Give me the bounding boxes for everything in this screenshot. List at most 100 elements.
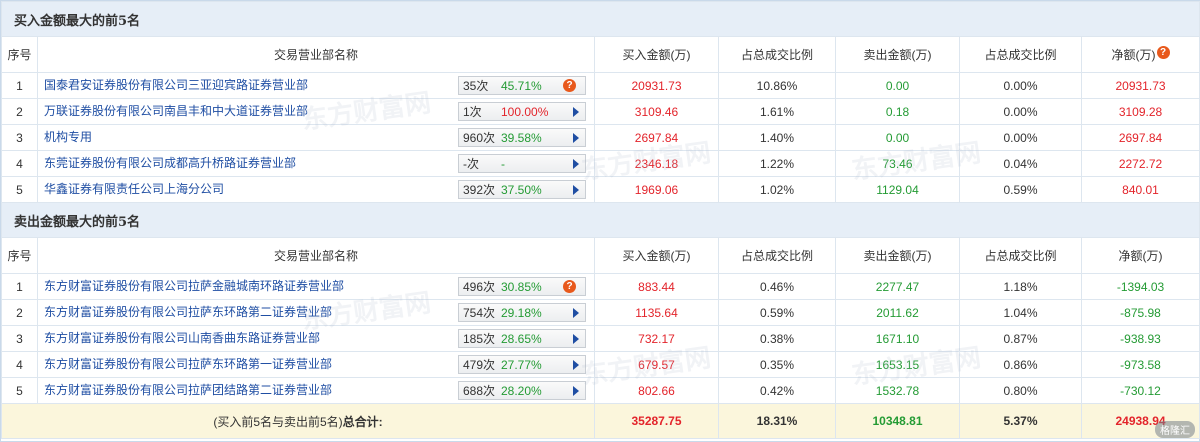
net-amount: 3109.28 — [1080, 98, 1200, 125]
net-amount: -938.93 — [1080, 325, 1200, 352]
success-ratio-dropdown[interactable]: 35次 45.71%? — [458, 76, 586, 95]
success-ratio-dropdown[interactable]: 960次 39.58% — [458, 128, 586, 147]
expand-arrow-icon[interactable] — [573, 159, 579, 169]
branch-cell: 东方财富证券股份有限公司山南香曲东路证券营业部 185次 28.65% — [37, 325, 595, 352]
expand-arrow-icon[interactable] — [573, 107, 579, 117]
net-amount: 20931.73 — [1080, 72, 1200, 99]
sell-ratio: 0.80% — [959, 377, 1082, 404]
total-section: (买入前5名与卖出前5名)总合计: 35287.75 18.31% 10348.… — [1, 403, 1200, 439]
buy-ratio: 0.35% — [718, 351, 836, 378]
buy-ratio: 1.61% — [718, 98, 836, 125]
expand-arrow-icon[interactable] — [573, 308, 579, 318]
success-rate: 28.20% — [501, 383, 542, 398]
buy-section-title: 买入金额最大的前5名 — [0, 1, 1200, 37]
branch-link[interactable]: 东方财富证券股份有限公司山南香曲东路证券营业部 — [44, 331, 320, 345]
row-index: 2 — [1, 98, 38, 125]
branch-link[interactable]: 东莞证券股份有限公司成都高升桥路证券营业部 — [44, 156, 296, 170]
question-icon[interactable]: ? — [563, 79, 576, 92]
buy-amount: 2346.18 — [594, 150, 719, 177]
success-ratio-dropdown[interactable]: 1次 100.00% — [458, 102, 586, 121]
branch-link[interactable]: 国泰君安证券股份有限公司三亚迎宾路证券营业部 — [44, 78, 308, 92]
net-amount: -973.58 — [1080, 351, 1200, 378]
buy-amount: 1969.06 — [594, 176, 719, 203]
branch-link[interactable]: 东方财富证券股份有限公司拉萨东环路第二证券营业部 — [44, 305, 332, 319]
sell-header-row: 序号 交易营业部名称 买入金额(万) 占总成交比例 卖出金额(万) 占总成交比例… — [1, 237, 1200, 274]
buy-ratio: 1.22% — [718, 150, 836, 177]
buy-header-row: 序号 交易营业部名称 买入金额(万) 占总成交比例 卖出金额(万) 占总成交比例… — [1, 36, 1200, 73]
success-ratio-dropdown[interactable]: 688次 28.20% — [458, 381, 586, 400]
expand-arrow-icon[interactable] — [573, 334, 579, 344]
header-sell-amount: 卖出金额(万) — [835, 237, 960, 274]
sell-amount: 2011.62 — [835, 299, 960, 326]
branch-cell: 东方财富证券股份有限公司拉萨东环路第二证券营业部 754次 29.18% — [37, 299, 595, 326]
buy-amount: 20931.73 — [594, 72, 719, 99]
row-index: 3 — [1, 124, 38, 151]
success-ratio-dropdown[interactable]: 754次 29.18% — [458, 303, 586, 322]
sell-ratio: 0.04% — [959, 150, 1082, 177]
expand-arrow-icon[interactable] — [573, 360, 579, 370]
deal-count: 1次 — [463, 105, 482, 119]
branch-link[interactable]: 万联证券股份有限公司南昌丰和中大道证券营业部 — [44, 104, 308, 118]
sell-ratio: 0.00% — [959, 124, 1082, 151]
row-index: 5 — [1, 176, 38, 203]
table-row: 1 国泰君安证券股份有限公司三亚迎宾路证券营业部 35次 45.71%? 20931.7… — [1, 72, 1200, 99]
source-badge: 格隆汇 — [1155, 421, 1195, 438]
total-row: (买入前5名与卖出前5名)总合计: 35287.75 18.31% 10348.… — [1, 403, 1200, 439]
header-buy-amount: 买入金额(万) — [594, 237, 719, 274]
header-sell-ratio: 占总成交比例 — [959, 36, 1082, 73]
deal-count: 960次 — [463, 131, 496, 145]
header-buy-ratio: 占总成交比例 — [718, 36, 836, 73]
table-row: 5 华鑫证券有限责任公司上海分公司 392次 37.50% 1969.06 1.02% 11… — [1, 176, 1200, 203]
success-ratio-dropdown[interactable]: -次 - — [458, 154, 586, 173]
buy-amount: 802.66 — [594, 377, 719, 404]
buy-amount: 3109.46 — [594, 98, 719, 125]
sell-amount: 73.46 — [835, 150, 960, 177]
table-row: 4 东方财富证券股份有限公司拉萨东环路第一证券营业部 479次 27.77% 679.5… — [1, 351, 1200, 378]
sell-ratio: 1.04% — [959, 299, 1082, 326]
buy-ratio: 10.86% — [718, 72, 836, 99]
branch-link[interactable]: 东方财富证券股份有限公司拉萨团结路第二证券营业部 — [44, 383, 332, 397]
buy-section: 买入金额最大的前5名 序号 交易营业部名称 买入金额(万) 占总成交比例 卖出金… — [0, 1, 1200, 203]
total-buy-ratio: 18.31% — [718, 403, 836, 439]
row-index: 1 — [1, 72, 38, 99]
table-row: 2 万联证券股份有限公司南昌丰和中大道证券营业部 1次 100.00% 3109.46 1… — [1, 98, 1200, 125]
branch-link[interactable]: 东方财富证券股份有限公司拉萨东环路第一证券营业部 — [44, 357, 332, 371]
table-row: 5 东方财富证券股份有限公司拉萨团结路第二证券营业部 688次 28.20% 802.6… — [1, 377, 1200, 404]
branch-cell: 机构专用 960次 39.58% — [37, 124, 595, 151]
header-branch-name: 交易营业部名称 — [37, 36, 595, 73]
question-icon[interactable]: ? — [563, 280, 576, 293]
sell-ratio: 0.00% — [959, 72, 1082, 99]
success-ratio-dropdown[interactable]: 185次 28.65% — [458, 329, 586, 348]
success-ratio-dropdown[interactable]: 496次 30.85%? — [458, 277, 586, 296]
branch-cell: 万联证券股份有限公司南昌丰和中大道证券营业部 1次 100.00% — [37, 98, 595, 125]
deal-count: 496次 — [463, 280, 496, 294]
sell-section: 卖出金额最大的前5名 序号 交易营业部名称 买入金额(万) 占总成交比例 卖出金… — [0, 202, 1200, 404]
branch-link[interactable]: 华鑫证券有限责任公司上海分公司 — [44, 182, 224, 196]
branch-cell: 东方财富证券股份有限公司拉萨东环路第一证券营业部 479次 27.77% — [37, 351, 595, 378]
branch-link[interactable]: 东方财富证券股份有限公司拉萨金融城南环路证券营业部 — [44, 279, 344, 293]
deal-count: 392次 — [463, 183, 496, 197]
header-buy-amount: 买入金额(万) — [594, 36, 719, 73]
total-sell: 10348.81 — [835, 403, 960, 439]
question-icon[interactable]: ? — [1156, 46, 1170, 59]
branch-link[interactable]: 机构专用 — [44, 130, 92, 144]
sell-section-title: 卖出金额最大的前5名 — [0, 202, 1200, 238]
header-sell-amount: 卖出金额(万) — [835, 36, 960, 73]
sell-amount: 0.18 — [835, 98, 960, 125]
branch-cell: 东方财富证券股份有限公司拉萨金融城南环路证券营业部 496次 30.85%? — [37, 273, 595, 300]
table-row: 3 机构专用 960次 39.58% 2697.84 1.40% 0.00 0.00% 2697… — [1, 124, 1200, 151]
net-amount: 2697.84 — [1080, 124, 1200, 151]
expand-arrow-icon[interactable] — [573, 386, 579, 396]
header-index: 序号 — [1, 36, 38, 73]
success-rate: 45.71% — [501, 78, 542, 93]
deal-count: 35次 — [463, 79, 489, 93]
sell-amount: 1129.04 — [835, 176, 960, 203]
header-buy-ratio: 占总成交比例 — [718, 237, 836, 274]
buy-ratio: 0.59% — [718, 299, 836, 326]
lhb-table: 买入金额最大的前5名 序号 交易营业部名称 买入金额(万) 占总成交比例 卖出金… — [0, 1, 1200, 439]
buy-amount: 732.17 — [594, 325, 719, 352]
success-ratio-dropdown[interactable]: 392次 37.50% — [458, 180, 586, 199]
expand-arrow-icon[interactable] — [573, 133, 579, 143]
expand-arrow-icon[interactable] — [573, 185, 579, 195]
success-ratio-dropdown[interactable]: 479次 27.77% — [458, 355, 586, 374]
